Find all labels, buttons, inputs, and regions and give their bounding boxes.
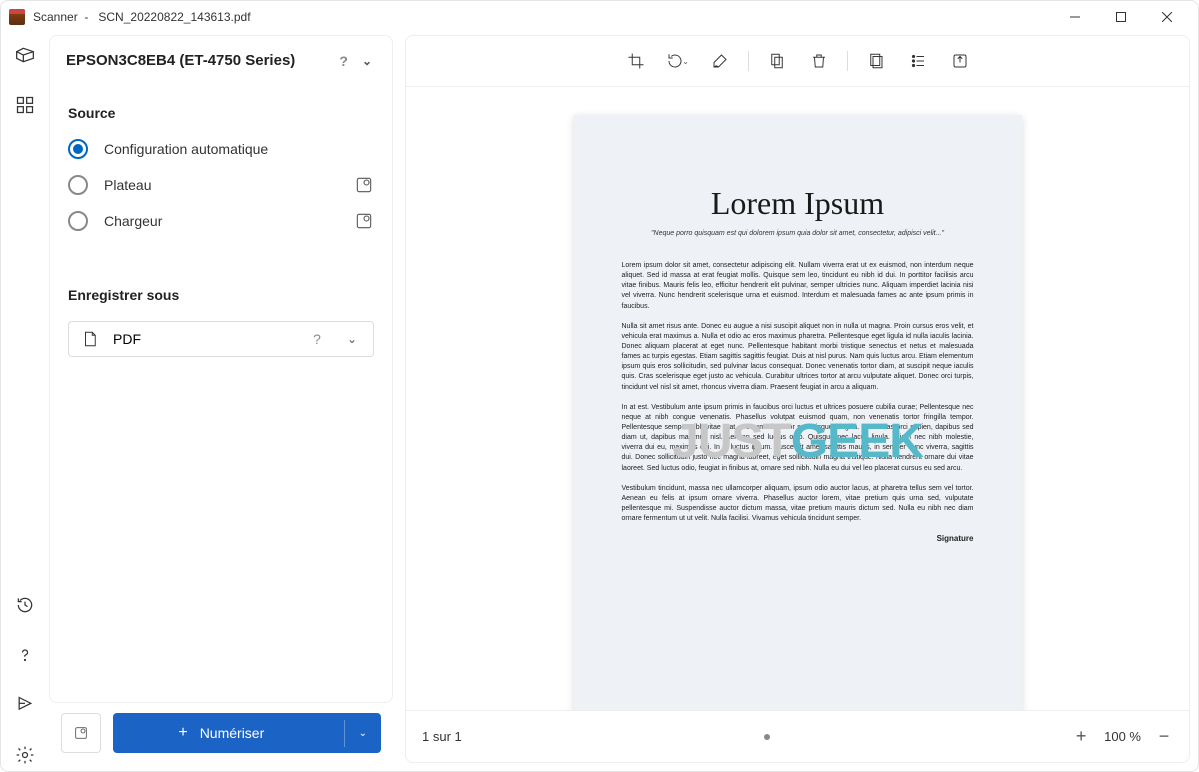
source-flatbed-label: Plateau [104, 177, 338, 193]
source-option-auto[interactable]: Configuration automatique [50, 131, 392, 167]
format-value: PDF [113, 331, 291, 347]
pdf-icon [81, 330, 99, 348]
doc-paragraph: Nulla sit amet risus ante. Donec eu augu… [622, 322, 974, 393]
edit-button[interactable] [700, 43, 740, 79]
device-name: EPSON3C8EB4 (ET-4750 Series) [66, 52, 295, 69]
app-title: Scanner [33, 10, 78, 24]
minimize-button[interactable] [1052, 1, 1098, 33]
device-help-icon[interactable]: ? [329, 53, 358, 69]
left-rail [1, 33, 49, 771]
preview-icon[interactable] [354, 211, 374, 231]
delete-button[interactable] [799, 43, 839, 79]
maximize-button[interactable] [1098, 1, 1144, 33]
source-option-flatbed[interactable]: Plateau [50, 167, 392, 203]
rail-feedback[interactable] [9, 689, 41, 721]
rotate-button[interactable]: ⌄ [658, 43, 698, 79]
zoom-in-button[interactable]: + [1072, 726, 1090, 747]
app-icon [9, 9, 25, 25]
source-auto-label: Configuration automatique [104, 141, 374, 157]
copy-button[interactable] [856, 43, 896, 79]
zoom-level: 100 % [1104, 729, 1141, 744]
save-as-label: Enregistrer sous [50, 267, 392, 313]
scan-button-label: Numériser [200, 725, 265, 741]
rail-settings[interactable] [9, 739, 41, 771]
source-option-feeder[interactable]: Chargeur [50, 203, 392, 239]
radio-icon [68, 139, 88, 159]
doc-signature: Signature [622, 534, 974, 543]
radio-icon [68, 211, 88, 231]
scan-button[interactable]: + Numériser ⌄ [113, 713, 381, 753]
preview-scan-button[interactable] [61, 713, 101, 753]
doc-paragraph: Lorem ipsum dolor sit amet, consectetur … [622, 261, 974, 312]
source-label: Source [50, 85, 392, 131]
add-page-button[interactable] [757, 43, 797, 79]
radio-icon [68, 175, 88, 195]
zoom-out-button[interactable]: − [1155, 726, 1173, 747]
rail-gallery[interactable] [9, 89, 41, 121]
source-feeder-label: Chargeur [104, 213, 338, 229]
plus-icon: + [178, 724, 187, 742]
rail-scan[interactable] [9, 39, 41, 71]
page-indicator-dot[interactable] [764, 734, 770, 740]
scan-dropdown[interactable]: ⌄ [344, 720, 381, 747]
preview-icon[interactable] [354, 175, 374, 195]
titlebar: Scanner - SCN_20220822_143613.pdf [1, 1, 1198, 33]
doc-title: Lorem Ipsum [622, 185, 974, 222]
preview-canvas[interactable]: Lorem Ipsum "Neque porro quisquam est qu… [405, 87, 1190, 711]
rail-history[interactable] [9, 589, 41, 621]
preview-statusbar: 1 sur 1 + 100 % − [405, 711, 1190, 763]
page-counter: 1 sur 1 [422, 729, 462, 744]
scanned-page: Lorem Ipsum "Neque porro quisquam est qu… [574, 115, 1022, 711]
close-button[interactable] [1144, 1, 1190, 33]
reorder-button[interactable] [898, 43, 938, 79]
chevron-down-icon: ⌄ [358, 54, 376, 68]
doc-paragraph: Vestibulum tincidunt, massa nec ullamcor… [622, 484, 974, 525]
preview-toolbar: ⌄ [405, 35, 1190, 87]
share-button[interactable] [940, 43, 980, 79]
document-filename: SCN_20220822_143613.pdf [98, 10, 250, 24]
format-help-icon[interactable]: ? [305, 331, 329, 347]
doc-paragraph: In at est. Vestibulum ante ipsum primis … [622, 403, 974, 474]
preview-pane: ⌄ Lorem Ipsum "Neque porro quisquam est … [393, 35, 1190, 763]
device-selector[interactable]: EPSON3C8EB4 (ET-4750 Series) ? ⌄ [50, 36, 392, 85]
chevron-down-icon: ⌄ [343, 332, 361, 346]
rail-help[interactable] [9, 639, 41, 671]
settings-sidebar: EPSON3C8EB4 (ET-4750 Series) ? ⌄ Source … [49, 35, 393, 763]
format-selector[interactable]: PDF ? ⌄ [68, 321, 374, 357]
doc-quote: "Neque porro quisquam est qui dolorem ip… [622, 230, 974, 237]
crop-button[interactable] [616, 43, 656, 79]
